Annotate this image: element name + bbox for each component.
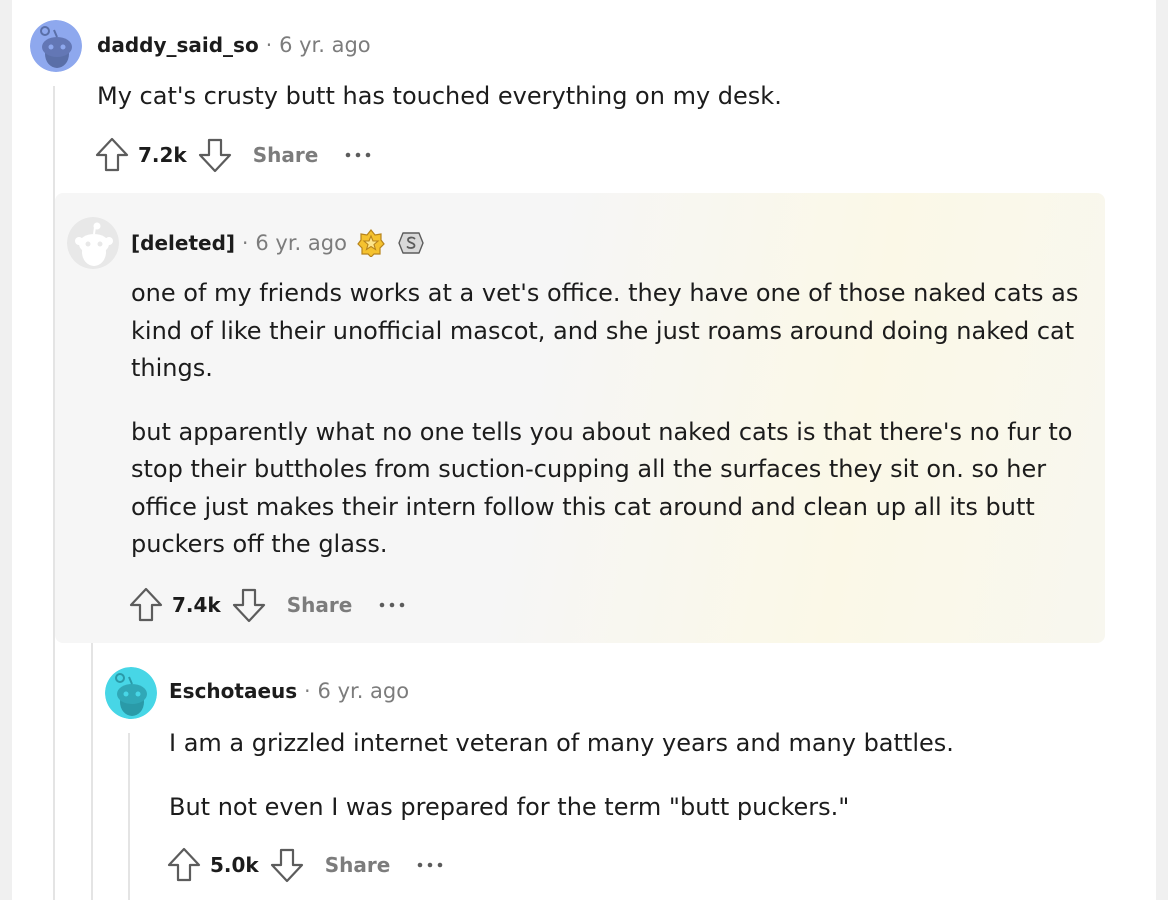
upvote-icon[interactable] xyxy=(166,845,202,885)
timestamp[interactable]: 6 yr. ago xyxy=(279,33,371,57)
star-award-icon[interactable] xyxy=(357,229,385,257)
timestamp[interactable]: 6 yr. ago xyxy=(255,231,347,255)
upvote-icon[interactable] xyxy=(94,135,130,175)
downvote-icon[interactable] xyxy=(197,135,233,175)
comment-paragraph: but apparently what no one tells you abo… xyxy=(131,417,1073,559)
meta-separator: · xyxy=(242,231,249,255)
comment-body: one of my friends works at a vet's offic… xyxy=(131,275,1081,564)
comment-meta: Eschotaeus · 6 yr. ago xyxy=(169,679,409,703)
comment-paragraph: My cat's crusty butt has touched everyth… xyxy=(97,82,782,110)
thread-line-level-3[interactable] xyxy=(128,733,130,900)
snoo-avatar-icon xyxy=(105,667,157,719)
comment-actions: 7.2k Share xyxy=(94,135,374,175)
upvote-icon[interactable] xyxy=(128,585,164,625)
author-name[interactable]: Eschotaeus xyxy=(169,679,297,703)
downvote-icon[interactable] xyxy=(269,845,305,885)
more-options-icon[interactable] xyxy=(344,151,374,159)
page-left-rail xyxy=(0,0,12,900)
meta-separator: · xyxy=(304,679,311,703)
author-name[interactable]: daddy_said_so xyxy=(97,33,259,57)
downvote-icon[interactable] xyxy=(231,585,267,625)
snoo-avatar-icon xyxy=(67,217,119,269)
share-button[interactable]: Share xyxy=(253,143,319,167)
avatar[interactable] xyxy=(30,20,82,72)
avatar[interactable] xyxy=(105,667,157,719)
avatar[interactable] xyxy=(67,217,119,269)
vote-score: 5.0k xyxy=(210,853,259,877)
silver-award-icon[interactable] xyxy=(397,229,425,257)
comment-body: I am a grizzled internet veteran of many… xyxy=(169,725,1099,826)
comment-paragraph: one of my friends works at a vet's offic… xyxy=(131,279,1079,382)
comment-meta: daddy_said_so · 6 yr. ago xyxy=(97,33,371,57)
meta-separator: · xyxy=(265,33,273,57)
comment-body: My cat's crusty butt has touched everyth… xyxy=(97,78,1077,116)
snoo-avatar-icon xyxy=(30,20,82,72)
vote-score: 7.4k xyxy=(172,593,221,617)
more-options-icon[interactable] xyxy=(378,601,408,609)
vote-score: 7.2k xyxy=(138,143,187,167)
comment-actions: 7.4k Share xyxy=(128,585,408,625)
comment-paragraph: But not even I was prepared for the term… xyxy=(169,792,850,821)
share-button[interactable]: Share xyxy=(325,853,391,877)
comment-meta: [deleted] · 6 yr. ago xyxy=(131,229,425,257)
page-right-rail xyxy=(1156,0,1168,900)
author-name[interactable]: [deleted] xyxy=(131,231,235,255)
comment-actions: 5.0k Share xyxy=(166,845,446,885)
share-button[interactable]: Share xyxy=(287,593,353,617)
more-options-icon[interactable] xyxy=(416,861,446,869)
timestamp[interactable]: 6 yr. ago xyxy=(318,679,410,703)
comment-paragraph: I am a grizzled internet veteran of many… xyxy=(169,729,954,757)
